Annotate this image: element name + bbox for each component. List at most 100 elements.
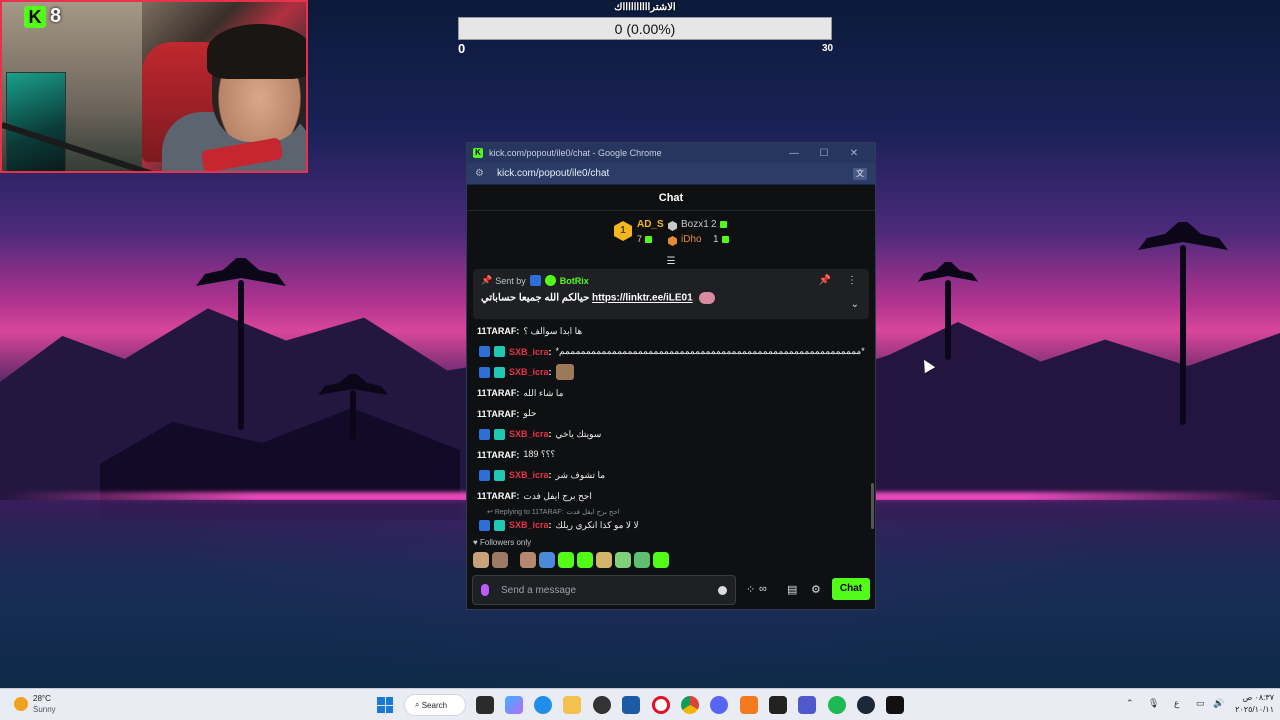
unpin-icon[interactable]: 📌	[819, 275, 831, 286]
weather-temperature[interactable]: 28°C	[33, 694, 51, 703]
language-indicator[interactable]: ع	[1174, 698, 1179, 709]
bot-name[interactable]: BotRix	[560, 276, 589, 286]
palm-trunk	[945, 280, 951, 360]
mountain-right	[820, 322, 1280, 520]
colon: :	[516, 408, 520, 419]
volume-icon[interactable]: 🔊	[1213, 698, 1224, 709]
store-app-icon[interactable]	[622, 696, 640, 714]
username[interactable]: 11TARAF	[477, 450, 516, 460]
emote-icon[interactable]	[520, 552, 536, 568]
edge-icon[interactable]	[534, 696, 552, 714]
file-explorer-icon[interactable]	[563, 696, 581, 714]
epic-games-icon[interactable]	[769, 696, 787, 714]
emote-icon[interactable]	[492, 552, 508, 568]
webcam-pc-case	[6, 72, 66, 171]
site-settings-icon[interactable]: ⚙	[475, 168, 487, 179]
chat-message: SXB_icra: سويتك ياخي	[477, 424, 865, 445]
emote-icon[interactable]	[634, 552, 650, 568]
capcut-icon[interactable]	[886, 696, 904, 714]
hearts-emote-icon	[699, 292, 716, 304]
clock-date[interactable]: ٢٠٢٥/١٠/١١	[1230, 705, 1274, 714]
username[interactable]: SXB_icra	[509, 347, 549, 357]
store-icon[interactable]: ▤	[787, 583, 797, 596]
gear-icon[interactable]: ⚙	[811, 583, 821, 596]
search-label: Search	[421, 700, 448, 710]
heart-icon: ♥	[473, 538, 480, 547]
close-button[interactable]: ✕	[839, 148, 869, 159]
taskbar-search[interactable]: ⌕ Search	[404, 694, 466, 716]
message-input[interactable]	[501, 584, 718, 596]
palm-trunk	[1180, 245, 1186, 425]
sent-by-label: Sent by	[495, 275, 526, 286]
emote-icon[interactable]	[539, 552, 555, 568]
leaderboard-name[interactable]: AD_S	[637, 219, 664, 230]
microphone-icon[interactable]	[481, 584, 489, 596]
search-icon: ⌕	[415, 700, 422, 709]
emote-icon[interactable]	[473, 552, 489, 568]
message-text: ما تشوف شر	[555, 469, 606, 480]
emote-icon	[555, 364, 574, 381]
message-text: حلو	[523, 408, 537, 419]
emote-icon[interactable]	[653, 552, 669, 568]
bronze-rank-icon	[668, 236, 677, 246]
username[interactable]: SXB_icra	[509, 470, 549, 480]
webcam-streamer-hair	[207, 24, 306, 79]
maximize-button[interactable]: ☐	[809, 148, 839, 159]
steam-icon[interactable]	[857, 696, 875, 714]
leaderboard-name[interactable]: iDho	[681, 234, 702, 245]
username[interactable]: SXB_icra	[509, 429, 549, 439]
smile-icon[interactable]	[718, 585, 727, 595]
pinned-message: 📌 Sent by BotRix حيالكم الله جميعا حسابا…	[473, 269, 869, 319]
emote-icon[interactable]	[577, 552, 593, 568]
username[interactable]: 11TARAF	[477, 388, 516, 398]
network-icon[interactable]: ▭	[1196, 698, 1205, 709]
obs-icon[interactable]	[593, 696, 611, 714]
send-chat-button[interactable]: Chat	[832, 578, 870, 600]
chevron-up-icon[interactable]: ⌃	[1126, 698, 1134, 709]
username[interactable]: 11TARAF	[477, 491, 516, 501]
pinned-link[interactable]: https://linktr.ee/iLE01	[592, 293, 693, 304]
chevron-down-icon[interactable]: ⌄	[851, 299, 859, 310]
chat-message: 11TARAF: حلو	[477, 403, 865, 424]
username[interactable]: SXB_icra	[509, 520, 549, 530]
emote-icon[interactable]	[615, 552, 631, 568]
opera-icon[interactable]	[652, 696, 670, 714]
minimize-button[interactable]: —	[779, 148, 809, 159]
copilot-icon[interactable]	[505, 696, 523, 714]
translate-icon[interactable]: 文	[853, 167, 867, 180]
reply-context[interactable]: ↩ Replying to 11TARAF: احح برج ايفل فدت	[477, 506, 865, 518]
subscriber-badge-icon	[494, 346, 505, 358]
more-options-icon[interactable]: ⋮	[847, 275, 857, 286]
chat-scrollbar[interactable]	[871, 483, 874, 529]
chrome-popout-window: K kick.com/popout/ile0/chat - Google Chr…	[466, 142, 876, 610]
weather-sun-icon[interactable]	[14, 697, 28, 711]
spotify-icon[interactable]	[828, 696, 846, 714]
leaderboard-toggle-icon[interactable]: ☰	[665, 256, 677, 267]
emote-icon[interactable]	[596, 552, 612, 568]
clock-time[interactable]: ٠٨:٣٧ ص	[1236, 693, 1274, 702]
chat-messages[interactable]: 11TARAF: ها ابدا سوالف ؟ SXB_icra: *مممم…	[467, 321, 875, 531]
chrome-icon[interactable]	[681, 696, 699, 714]
weather-condition[interactable]: Sunny	[33, 705, 56, 714]
emote-icon[interactable]	[558, 552, 574, 568]
url-text[interactable]: kick.com/popout/ile0/chat	[497, 168, 853, 179]
stats-icon[interactable]: ⁘	[746, 583, 755, 596]
username[interactable]: SXB_icra	[509, 367, 549, 377]
microphone-tray-icon[interactable]: 🎙	[1148, 698, 1159, 709]
message-text: *ممممممممممممممممممممممممممممممممممممممم…	[555, 346, 865, 357]
address-bar[interactable]: ⚙ kick.com/popout/ile0/chat 文	[467, 163, 875, 185]
app-a-icon[interactable]	[740, 696, 758, 714]
gift-icon	[719, 220, 727, 228]
discord-icon[interactable]	[710, 696, 728, 714]
username[interactable]: 11TARAF	[477, 409, 516, 419]
infinity-icon[interactable]: ∞	[759, 583, 767, 595]
teams-icon[interactable]	[798, 696, 816, 714]
username[interactable]: 11TARAF	[477, 326, 516, 336]
subscriber-badge-icon	[494, 428, 505, 440]
moderator-badge-icon	[529, 275, 541, 286]
chat-input-box[interactable]	[472, 575, 736, 605]
windows-start-icon[interactable]	[377, 697, 393, 713]
moderator-badge-icon	[479, 366, 490, 378]
task-view-icon[interactable]	[476, 696, 494, 714]
leaderboard-name[interactable]: Bozx1	[681, 219, 709, 230]
